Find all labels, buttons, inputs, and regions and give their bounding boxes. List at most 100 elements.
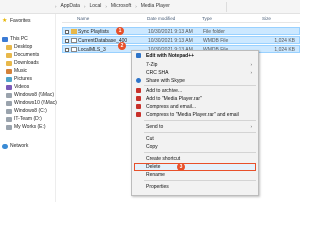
nav-item-label: Windows10 (\\Mac) — [14, 100, 57, 106]
network-drive-icon — [6, 100, 12, 106]
nav-item-favorites[interactable]: ★ Favorites — [2, 17, 31, 25]
menu-item-edit-notepad[interactable]: Edit with Notepad++ — [132, 52, 258, 59]
file-size: 1,024 KB — [274, 38, 295, 44]
context-menu: Edit with Notepad++ 7-Zip › CRC SHA › Sh… — [131, 50, 259, 196]
search-box[interactable] — [226, 2, 300, 12]
breadcrumb-media-player[interactable]: Media Player — [141, 3, 170, 9]
nav-item-pictures[interactable]: Pictures — [6, 75, 32, 83]
menu-item-rename[interactable]: Rename — [132, 171, 258, 178]
nav-item-network[interactable]: Network — [2, 142, 28, 150]
menu-divider — [144, 132, 256, 133]
nav-item-windows8-c[interactable]: Windows8 (C:) — [6, 107, 47, 115]
menu-item-crc-sha[interactable]: CRC SHA › — [132, 69, 258, 76]
step-badge-3: 3 — [177, 163, 185, 171]
breadcrumb[interactable]: › AppData › Local › Microsoft › Media Pl… — [55, 3, 170, 9]
column-header-name[interactable]: Name — [77, 16, 89, 21]
menu-item-send-to[interactable]: Send to › — [132, 123, 258, 130]
breadcrumb-appdata[interactable]: AppData — [61, 3, 80, 9]
navigation-pane: ★ Favorites This PC Desktop Documents Do… — [0, 14, 57, 202]
winrar-icon — [136, 104, 141, 109]
nav-item-label: IT-Team (D:) — [14, 116, 42, 122]
winrar-icon — [136, 112, 141, 117]
folder-icon — [71, 29, 77, 34]
nav-item-it-team[interactable]: IT-Team (D:) — [6, 115, 42, 123]
nav-item-label: Network — [10, 143, 29, 149]
network-icon — [2, 143, 8, 149]
nav-item-desktop[interactable]: Desktop — [6, 43, 32, 51]
nav-item-label: This PC — [10, 36, 28, 42]
nav-item-label: Windows8 (\\Mac) — [14, 92, 55, 98]
network-drive-icon — [6, 92, 12, 98]
menu-item-cut[interactable]: Cut — [132, 135, 258, 142]
checkbox[interactable] — [65, 38, 69, 43]
nav-item-windows10-mac[interactable]: Windows10 (\\Mac) — [6, 99, 57, 107]
nav-item-label: Pictures — [14, 76, 33, 82]
file-row-currentdatabase[interactable]: CurrentDatabase_400 10/30/2021 9:13 AM W… — [62, 36, 300, 44]
music-icon — [6, 68, 12, 74]
breadcrumb-local[interactable]: Local — [89, 3, 101, 9]
drive-icon — [6, 108, 12, 114]
chevron-right-icon: › — [250, 62, 253, 67]
menu-item-compress-rar-email[interactable]: Compress to "Media Player.rar" and email — [132, 111, 258, 118]
file-name: LocalMLS_3 — [78, 47, 106, 53]
chevron-right-icon: › — [83, 3, 86, 9]
nav-item-label: Documents — [14, 52, 40, 58]
folder-icon — [6, 44, 12, 50]
menu-item-properties[interactable]: Properties — [132, 183, 258, 190]
nav-item-label: Music — [14, 68, 28, 74]
nav-item-videos[interactable]: Videos — [6, 83, 29, 91]
menu-divider — [144, 152, 256, 153]
nav-item-label: Downloads — [14, 60, 39, 66]
notepad-icon — [136, 53, 141, 58]
column-header-date[interactable]: Date modified — [147, 16, 175, 21]
nav-item-my-works[interactable]: My Works (E:) — [6, 123, 46, 131]
nav-item-music[interactable]: Music — [6, 67, 27, 75]
file-date: 10/30/2021 9:13 AM — [148, 29, 193, 35]
nav-item-this-pc[interactable]: This PC — [2, 35, 28, 43]
menu-item-delete[interactable]: Delete — [132, 163, 258, 170]
file-date: 10/30/2021 9:13 AM — [148, 38, 193, 44]
winrar-icon — [136, 88, 141, 93]
computer-icon — [2, 36, 8, 42]
file-type: File folder — [203, 29, 225, 35]
network-drive-icon — [6, 116, 12, 122]
nav-item-downloads[interactable]: Downloads — [6, 59, 39, 67]
pictures-icon — [6, 76, 12, 82]
menu-item-add-archive[interactable]: Add to archive... — [132, 87, 258, 94]
file-icon — [71, 38, 77, 43]
network-drive-icon — [6, 124, 12, 130]
star-icon: ★ — [2, 18, 8, 24]
address-bar[interactable]: › AppData › Local › Microsoft › Media Pl… — [0, 0, 300, 14]
folder-icon — [6, 60, 12, 66]
chevron-right-icon: › — [250, 70, 253, 75]
winrar-icon — [136, 96, 141, 101]
menu-item-copy[interactable]: Copy — [132, 143, 258, 150]
file-row-sync-playlists[interactable]: Sync Playlists 10/30/2021 9:13 AM File f… — [62, 27, 300, 35]
nav-item-documents[interactable]: Documents — [6, 51, 39, 59]
column-header-type[interactable]: Type — [202, 16, 212, 21]
checkbox[interactable] — [65, 29, 69, 34]
breadcrumb-microsoft[interactable]: Microsoft — [111, 3, 131, 9]
checkbox[interactable] — [65, 47, 69, 52]
column-header-size[interactable]: Size — [262, 16, 271, 21]
file-name: Sync Playlists — [78, 29, 109, 35]
nav-item-windows8-mac[interactable]: Windows8 (\\Mac) — [6, 91, 54, 99]
chevron-right-icon: › — [55, 3, 57, 9]
menu-item-add-rar[interactable]: Add to "Media Player.rar" — [132, 95, 258, 102]
menu-divider — [144, 120, 256, 121]
chevron-right-icon: › — [135, 3, 137, 9]
file-size: 1,024 KB — [274, 47, 295, 53]
nav-item-label: My Works (E:) — [14, 124, 46, 130]
skype-icon — [136, 78, 141, 83]
menu-divider — [144, 180, 256, 181]
nav-item-label: Favorites — [10, 18, 31, 24]
menu-item-7zip[interactable]: 7-Zip › — [132, 61, 258, 68]
menu-item-share-skype[interactable]: Share with Skype — [132, 77, 258, 84]
nav-item-label: Windows8 (C:) — [14, 108, 47, 114]
folder-icon — [6, 52, 12, 58]
menu-item-create-shortcut[interactable]: Create shortcut — [132, 155, 258, 162]
menu-item-compress-email[interactable]: Compress and email... — [132, 103, 258, 110]
menu-divider — [144, 85, 256, 86]
nav-item-label: Videos — [14, 84, 30, 90]
chevron-right-icon: › — [105, 3, 107, 9]
